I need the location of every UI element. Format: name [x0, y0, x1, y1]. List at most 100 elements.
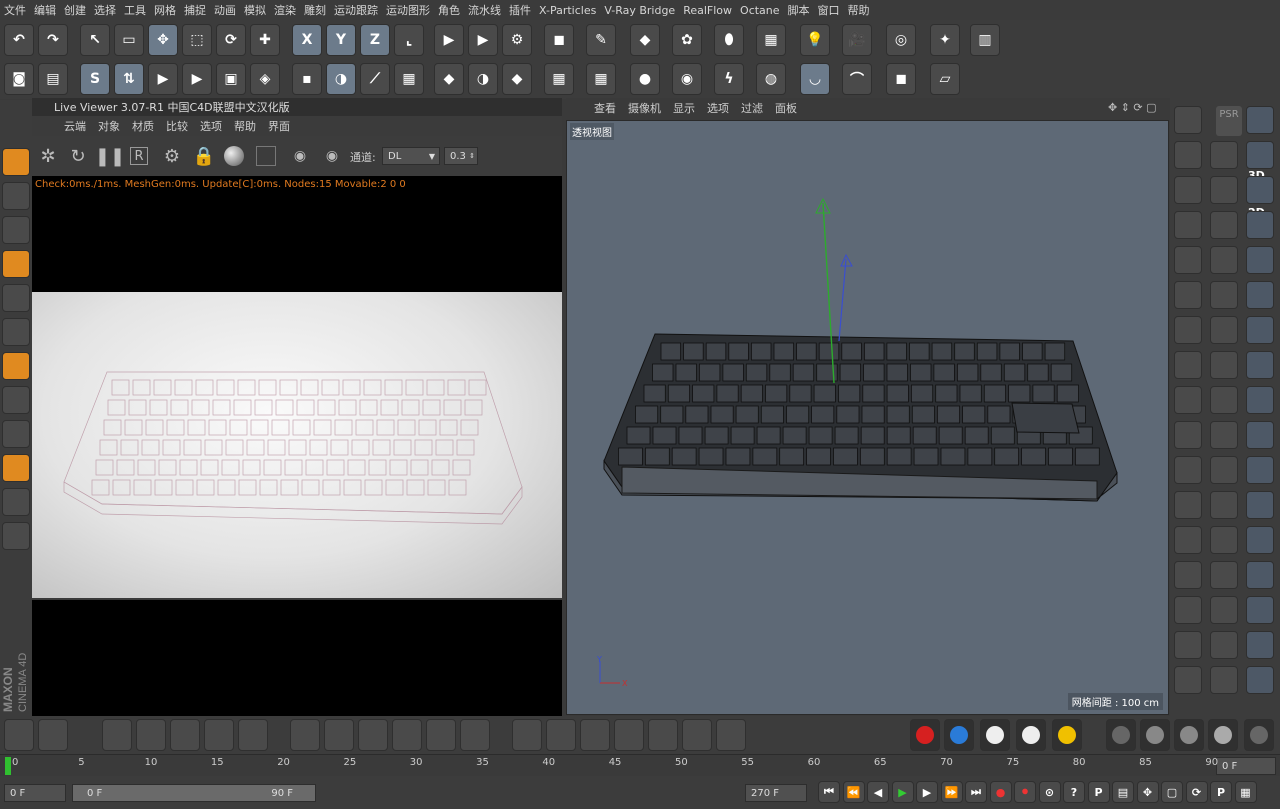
recent-tool-icon[interactable]: ✚: [250, 24, 280, 56]
palette-tool-icon[interactable]: [1210, 351, 1238, 379]
region-render-icon[interactable]: R: [130, 147, 148, 165]
render-mode-icon[interactable]: [1140, 719, 1170, 751]
axis-y-icon[interactable]: Y: [326, 24, 356, 56]
coord-system-icon[interactable]: ⌞: [394, 24, 424, 56]
bottom-tool-icon[interactable]: [102, 719, 132, 751]
playback-button-icon[interactable]: ▤: [1112, 781, 1134, 803]
film-icon[interactable]: [256, 146, 276, 166]
subdivision-icon[interactable]: ◆: [630, 24, 660, 56]
menu-item[interactable]: RealFlow: [679, 4, 736, 17]
palette-tool-icon[interactable]: [1210, 141, 1238, 169]
palette-tool-icon[interactable]: [1246, 456, 1274, 484]
render-preview[interactable]: [32, 292, 562, 598]
menu-item[interactable]: 运动图形: [382, 2, 434, 18]
viewport-nav-icons[interactable]: ✥ ⇕ ⟳ ▢: [1108, 101, 1157, 114]
bottom-tool-icon[interactable]: [204, 719, 234, 751]
palette-tool-icon[interactable]: [1174, 631, 1202, 659]
palette-tool-icon[interactable]: [1210, 561, 1238, 589]
menu-item[interactable]: 渲染: [270, 2, 300, 18]
viewport-menu-item[interactable]: 查看: [588, 100, 622, 116]
palette-tool-icon[interactable]: [1210, 386, 1238, 414]
cup-icon[interactable]: ◡: [800, 63, 830, 95]
axis-z-icon[interactable]: Z: [360, 24, 390, 56]
bottom-tool-icon[interactable]: [512, 719, 542, 751]
menu-item[interactable]: 网格: [150, 2, 180, 18]
uv-points-icon[interactable]: ▦: [544, 63, 574, 95]
polygons-mode-icon[interactable]: ▦: [394, 63, 424, 95]
palette-tool-icon[interactable]: [1174, 246, 1202, 274]
render-mode-icon[interactable]: [1208, 719, 1238, 751]
workplane-grid-icon[interactable]: ▱: [930, 63, 960, 95]
bottom-tool-icon[interactable]: [426, 719, 456, 751]
playback-button-icon[interactable]: ⟳: [1185, 781, 1208, 803]
material-ball-icon[interactable]: [224, 146, 244, 166]
arrows-icon[interactable]: ⇅: [114, 63, 144, 95]
playback-button-icon[interactable]: P: [1087, 781, 1110, 803]
menu-item[interactable]: 编辑: [30, 2, 60, 18]
clapper-icon[interactable]: ▶: [182, 63, 212, 95]
cube-mode-icon[interactable]: [2, 148, 30, 176]
palette-tool-icon[interactable]: [1174, 491, 1202, 519]
deformer-icon[interactable]: ⬮: [714, 24, 744, 56]
render-mode-icon[interactable]: [1174, 719, 1204, 751]
bottom-tool-icon[interactable]: [238, 719, 268, 751]
viewport-menu-item[interactable]: 面板: [769, 100, 803, 116]
material-pick-icon[interactable]: ◉: [320, 144, 344, 168]
select-live-icon[interactable]: ↖: [80, 24, 110, 56]
edge-mode-icon[interactable]: [2, 250, 30, 278]
axis-icon[interactable]: [2, 352, 30, 380]
pen-icon[interactable]: ✎: [586, 24, 616, 56]
bottom-tool-icon[interactable]: [546, 719, 576, 751]
checker-icon[interactable]: [2, 182, 30, 210]
menu-item[interactable]: 窗口: [814, 2, 844, 18]
perspective-viewport[interactable]: 透视视图 Y X 网格间距 : 100 cm: [566, 120, 1169, 715]
palette-tool-icon[interactable]: [1210, 176, 1238, 204]
rotate-icon[interactable]: ⟳: [216, 24, 246, 56]
live-viewer-menu-item[interactable]: 比较: [160, 118, 194, 134]
palette-tool-icon[interactable]: [1246, 526, 1274, 554]
restart-render-icon[interactable]: ↻: [66, 144, 90, 168]
current-frame-field[interactable]: 0 F: [1216, 757, 1276, 775]
palette-tool-icon[interactable]: [1210, 666, 1238, 694]
palette-tool-icon[interactable]: [1246, 211, 1274, 239]
playback-button-icon[interactable]: ⏮: [818, 781, 840, 803]
move-icon[interactable]: ✥: [148, 24, 178, 56]
palette-tool-icon[interactable]: [1246, 631, 1274, 659]
palette-tool-icon[interactable]: [1174, 211, 1202, 239]
palette-tool-icon[interactable]: [1210, 281, 1238, 309]
palette-tool-icon[interactable]: [1210, 316, 1238, 344]
live-viewer-menu-item[interactable]: 选项: [194, 118, 228, 134]
palette-tool-icon[interactable]: [1174, 666, 1202, 694]
bottom-tool-icon[interactable]: [580, 719, 610, 751]
render-mode-icon[interactable]: [1016, 719, 1046, 751]
select-rect-icon[interactable]: ▭: [114, 24, 144, 56]
document-icon[interactable]: ▤: [38, 63, 68, 95]
flash-icon[interactable]: ϟ: [714, 63, 744, 95]
octane-viewport-icon[interactable]: ◉: [672, 63, 702, 95]
viewport-menu-item[interactable]: 选项: [701, 100, 735, 116]
menu-item[interactable]: X-Particles: [535, 4, 600, 17]
palette-tool-icon[interactable]: [1210, 246, 1238, 274]
material-mode-icon[interactable]: ◆: [502, 63, 532, 95]
menu-item[interactable]: 工具: [120, 2, 150, 18]
bottom-tool-icon[interactable]: [170, 719, 200, 751]
pipe-icon[interactable]: ⌒: [842, 63, 872, 95]
menu-item[interactable]: 文件: [0, 2, 30, 18]
playback-button-icon[interactable]: ⊙: [1038, 781, 1061, 803]
menu-item[interactable]: 选择: [90, 2, 120, 18]
playback-button-icon[interactable]: ◀: [867, 781, 889, 803]
palette-tool-icon[interactable]: [1174, 316, 1202, 344]
playback-button-icon[interactable]: ✥: [1136, 781, 1159, 803]
palette-tool-icon[interactable]: [1246, 246, 1274, 274]
menu-item[interactable]: 插件: [505, 2, 535, 18]
bottom-tool-icon[interactable]: [290, 719, 320, 751]
palette-tool-icon[interactable]: [1174, 141, 1202, 169]
bottom-tool-icon[interactable]: [460, 719, 490, 751]
palette-tool-icon[interactable]: [1174, 106, 1202, 134]
menu-item[interactable]: 运动跟踪: [330, 2, 382, 18]
knife-icon[interactable]: ⟋: [360, 63, 390, 95]
psr-button[interactable]: PSR: [1216, 106, 1242, 136]
live-viewer-menu-item[interactable]: 界面: [262, 118, 296, 134]
palette-tool-icon[interactable]: [1246, 281, 1274, 309]
playback-button-icon[interactable]: ⏩: [940, 781, 963, 803]
